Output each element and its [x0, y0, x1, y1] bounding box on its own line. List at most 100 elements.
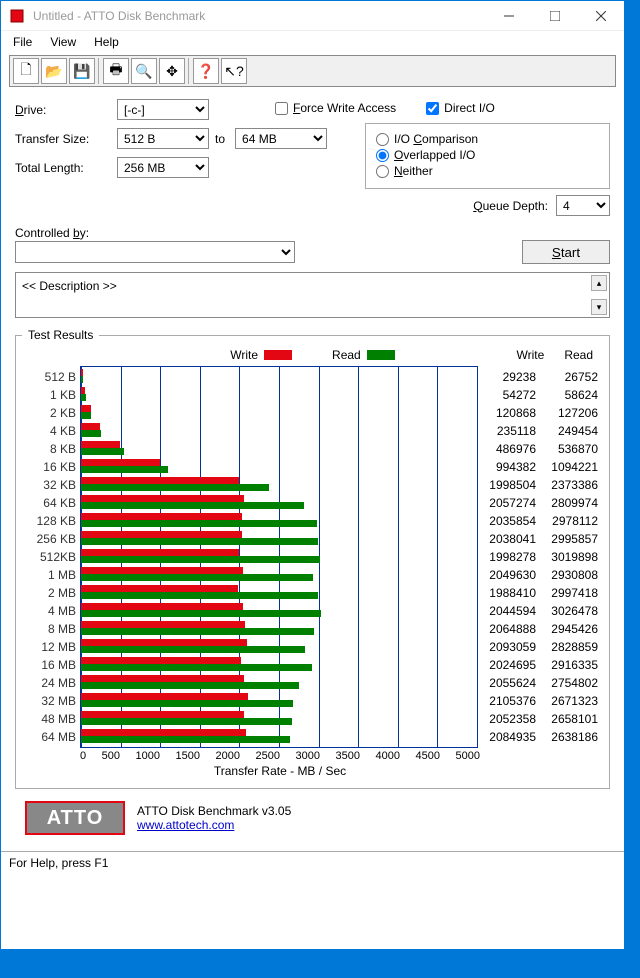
write-value: 2035854	[478, 512, 536, 530]
statusbar: For Help, press F1	[1, 851, 624, 874]
start-button[interactable]: Start	[522, 240, 610, 264]
y-tick-label: 2 KB	[22, 404, 76, 422]
x-tick-label: 4000	[376, 750, 400, 762]
vendor-link[interactable]: www.attotech.com	[137, 818, 234, 832]
y-tick-label: 64 KB	[22, 494, 76, 512]
queue-depth-select[interactable]: 4	[556, 195, 610, 216]
write-value: 2024695	[478, 656, 536, 674]
total-length-select[interactable]: 256 MB	[117, 157, 209, 178]
read-bar	[81, 610, 321, 617]
x-tick-label: 0	[80, 750, 86, 762]
value-row: 235118249454	[478, 422, 600, 440]
y-tick-label: 128 KB	[22, 512, 76, 530]
bar-row	[81, 385, 477, 403]
preview-icon[interactable]: 🔍	[131, 58, 157, 84]
read-value: 2978112	[536, 512, 598, 530]
save-icon[interactable]: 💾	[69, 58, 95, 84]
menu-file[interactable]: File	[13, 35, 32, 49]
bar-row	[81, 511, 477, 529]
whatsthis-icon[interactable]: ↖?	[221, 58, 247, 84]
controlled-by-label: Controlled by:	[15, 226, 610, 240]
menu-help[interactable]: Help	[94, 35, 119, 49]
legend-write: Write	[230, 348, 292, 362]
read-value: 2930808	[536, 566, 598, 584]
value-row: 9943821094221	[478, 458, 600, 476]
write-bar	[81, 693, 248, 700]
value-row: 20523582658101	[478, 710, 600, 728]
read-bar	[81, 646, 305, 653]
bar-row	[81, 691, 477, 709]
write-bar	[81, 675, 244, 682]
transfer-size-from-select[interactable]: 512 B	[117, 128, 209, 149]
bar-row	[81, 619, 477, 637]
bar-row	[81, 367, 477, 385]
scroll-down-icon[interactable]: ▾	[591, 299, 607, 315]
bars-plot	[80, 366, 478, 748]
write-bar	[81, 585, 238, 592]
bar-row	[81, 457, 477, 475]
write-value: 2084935	[478, 728, 536, 746]
y-tick-label: 24 MB	[22, 674, 76, 692]
read-value: 536870	[536, 440, 598, 458]
overlapped-io-radio[interactable]: Overlapped I/O	[376, 148, 599, 162]
description-box[interactable]: << Description >> ▴ ▾	[15, 272, 610, 318]
force-write-checkbox[interactable]: Force Write Access	[275, 101, 396, 115]
print-icon[interactable]: 🖶	[103, 58, 129, 84]
value-row: 20246952916335	[478, 656, 600, 674]
read-bar	[81, 484, 269, 491]
main-window: Untitled - ATTO Disk Benchmark File View…	[0, 0, 625, 950]
y-axis-labels: 512 B1 KB2 KB4 KB8 KB16 KB32 KB64 KB128 …	[22, 366, 80, 748]
transfer-size-to-select[interactable]: 64 MB	[235, 128, 327, 149]
value-row: 20358542978112	[478, 512, 600, 530]
read-value: 2997418	[536, 584, 598, 602]
write-bar	[81, 657, 241, 664]
direct-io-checkbox[interactable]: Direct I/O	[426, 101, 495, 115]
bar-row	[81, 421, 477, 439]
read-value: 2658101	[536, 710, 598, 728]
queue-depth-label: Queue Depth:	[473, 199, 548, 213]
menu-view[interactable]: View	[50, 35, 76, 49]
read-value: 2828859	[536, 638, 598, 656]
minimize-button[interactable]	[486, 1, 532, 31]
write-value: 29238	[478, 368, 536, 386]
to-label: to	[215, 132, 225, 146]
read-bar	[81, 682, 299, 689]
neither-radio[interactable]: Neither	[376, 164, 599, 178]
x-axis-labels: 0500100015002000250030003500400045005000	[80, 750, 480, 762]
bar-row	[81, 637, 477, 655]
move-icon[interactable]: ✥	[159, 58, 185, 84]
new-icon[interactable]: 🗋	[13, 58, 39, 84]
x-tick-label: 1500	[176, 750, 200, 762]
maximize-button[interactable]	[532, 1, 578, 31]
bar-row	[81, 529, 477, 547]
drive-select[interactable]: [-c-]	[117, 99, 209, 120]
read-value: 2754802	[536, 674, 598, 692]
read-bar	[81, 502, 304, 509]
help-icon[interactable]: ❓	[193, 58, 219, 84]
bar-row	[81, 403, 477, 421]
bar-row	[81, 709, 477, 727]
read-bar	[81, 700, 293, 707]
value-row: 20930592828859	[478, 638, 600, 656]
read-value: 127206	[536, 404, 598, 422]
x-tick-label: 2000	[216, 750, 240, 762]
x-tick-label: 1000	[136, 750, 160, 762]
close-button[interactable]	[578, 1, 624, 31]
y-tick-label: 8 KB	[22, 440, 76, 458]
write-bar	[81, 531, 242, 538]
open-icon[interactable]: 📂	[41, 58, 67, 84]
y-tick-label: 32 KB	[22, 476, 76, 494]
description-scrollbar[interactable]: ▴ ▾	[591, 275, 607, 315]
value-row: 19985042373386	[478, 476, 600, 494]
value-row: 2923826752	[478, 368, 600, 386]
read-value: 1094221	[536, 458, 598, 476]
controlled-by-select[interactable]	[15, 241, 295, 263]
bar-row	[81, 601, 477, 619]
y-tick-label: 8 MB	[22, 620, 76, 638]
results-legend: Test Results	[22, 328, 99, 342]
write-value: 2052358	[478, 710, 536, 728]
io-comparison-radio[interactable]: I/O Comparison	[376, 132, 599, 146]
write-bar	[81, 549, 239, 556]
y-tick-label: 4 KB	[22, 422, 76, 440]
scroll-up-icon[interactable]: ▴	[591, 275, 607, 291]
